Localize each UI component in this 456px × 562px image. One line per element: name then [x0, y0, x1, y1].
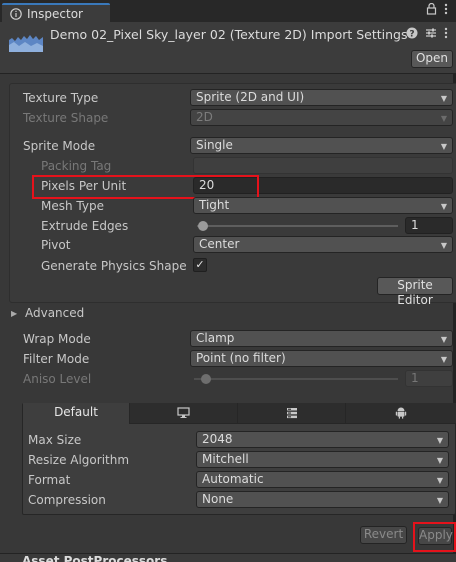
chevron-right-icon: ▶	[11, 309, 18, 318]
sprite-editor-button[interactable]: Sprite Editor	[377, 277, 453, 307]
mesh-type-dropdown[interactable]: Tight ▼	[193, 197, 453, 214]
generate-physics-shape-label: Generate Physics Shape	[41, 259, 187, 273]
filter-mode-label: Filter Mode	[23, 352, 90, 366]
sprite-mode-label: Sprite Mode	[23, 139, 96, 153]
tab-standalone[interactable]	[130, 403, 238, 424]
chevron-down-icon: ▼	[440, 355, 447, 364]
wrap-mode-value: Clamp	[196, 331, 235, 345]
generate-physics-shape-checkbox[interactable]: ✓	[193, 258, 207, 272]
mesh-type-label: Mesh Type	[41, 199, 104, 213]
chevron-down-icon: ▼	[440, 142, 447, 151]
wrap-mode-label: Wrap Mode	[23, 332, 91, 346]
extrude-edges-slider-track[interactable]	[197, 225, 398, 227]
texture-shape-dropdown: 2D ▼	[190, 109, 453, 126]
advanced-foldout[interactable]: ▶ Advanced	[11, 306, 84, 320]
pivot-dropdown[interactable]: Center ▼	[193, 236, 453, 253]
resize-algorithm-label: Resize Algorithm	[28, 453, 130, 467]
filter-mode-value: Point (no filter)	[196, 351, 286, 365]
tab-label: Inspector	[27, 7, 83, 21]
mesh-type-value: Tight	[199, 198, 230, 212]
highlight-box	[413, 522, 456, 552]
compression-label: Compression	[28, 493, 106, 507]
extrude-edges-label: Extrude Edges	[41, 219, 129, 233]
highlight-box	[32, 175, 259, 199]
asset-postprocessors-label: Asset PostProcessors	[22, 554, 168, 562]
max-size-value: 2048	[202, 432, 233, 446]
inspector-header: Demo 02_Pixel Sky_layer 02 (Texture 2D) …	[0, 22, 456, 74]
chevron-down-icon: ▼	[436, 456, 443, 465]
packing-tag-input	[193, 157, 453, 174]
chevron-down-icon: ▼	[436, 496, 443, 505]
aniso-level-label: Aniso Level	[23, 372, 92, 386]
extrude-edges-slider-handle[interactable]	[198, 221, 208, 231]
extrude-edges-input[interactable]: 1	[405, 217, 453, 234]
max-size-dropdown[interactable]: 2048 ▼	[196, 431, 449, 448]
format-value: Automatic	[202, 472, 264, 486]
webgl-icon	[286, 408, 298, 422]
pivot-label: Pivot	[41, 238, 71, 252]
android-icon	[395, 407, 407, 422]
texture-type-label: Texture Type	[23, 91, 99, 105]
chevron-down-icon: ▼	[440, 335, 447, 344]
packing-tag-label: Packing Tag	[41, 159, 112, 173]
info-icon	[10, 8, 22, 23]
wrap-mode-dropdown[interactable]: Clamp ▼	[190, 330, 453, 347]
tab-webgl[interactable]	[238, 403, 346, 424]
aniso-level-input: 1	[405, 370, 453, 387]
resize-algorithm-dropdown[interactable]: Mitchell ▼	[196, 451, 449, 468]
monitor-icon	[177, 407, 190, 422]
help-icon[interactable]: ?	[406, 27, 418, 42]
kebab-menu-icon[interactable]	[444, 3, 448, 18]
chevron-down-icon: ▼	[440, 94, 447, 103]
platform-tabs: Default	[23, 403, 456, 424]
texture-type-dropdown[interactable]: Sprite (2D and UI) ▼	[190, 89, 453, 106]
tab-android[interactable]	[346, 403, 456, 424]
svg-text:?: ?	[409, 30, 414, 40]
chevron-down-icon: ▼	[436, 476, 443, 485]
texture-thumbnail	[9, 30, 43, 52]
asset-title: Demo 02_Pixel Sky_layer 02 (Texture 2D) …	[50, 27, 408, 42]
max-size-label: Max Size	[28, 433, 82, 447]
aniso-level-slider-handle	[201, 374, 211, 384]
aniso-level-slider-track	[194, 378, 398, 380]
texture-shape-value: 2D	[196, 110, 213, 124]
chevron-down-icon: ▼	[440, 202, 447, 211]
advanced-label: Advanced	[24, 306, 85, 320]
chevron-down-icon: ▼	[436, 436, 443, 445]
chevron-down-icon: ▼	[440, 241, 447, 250]
filter-mode-dropdown[interactable]: Point (no filter) ▼	[190, 350, 453, 367]
kebab-menu-icon[interactable]	[444, 27, 448, 42]
tab-default[interactable]: Default	[23, 403, 130, 424]
chevron-down-icon: ▼	[440, 114, 447, 123]
lock-icon[interactable]	[426, 2, 437, 18]
resize-algorithm-value: Mitchell	[202, 452, 249, 466]
format-label: Format	[28, 473, 71, 487]
texture-shape-label: Texture Shape	[23, 111, 109, 125]
sprite-mode-value: Single	[196, 138, 233, 152]
format-dropdown[interactable]: Automatic ▼	[196, 471, 449, 488]
compression-dropdown[interactable]: None ▼	[196, 491, 449, 508]
texture-type-value: Sprite (2D and UI)	[196, 90, 305, 104]
compression-value: None	[202, 492, 234, 506]
tab-inspector[interactable]: Inspector	[2, 3, 110, 22]
sprite-mode-dropdown[interactable]: Single ▼	[190, 137, 453, 154]
open-button[interactable]: Open	[411, 50, 453, 68]
preset-icon[interactable]	[425, 27, 437, 42]
window-tab-bar: Inspector	[0, 0, 456, 22]
asset-postprocessors-header[interactable]: Asset PostProcessors	[0, 553, 456, 562]
revert-button[interactable]: Revert	[360, 526, 407, 544]
pivot-value: Center	[199, 237, 240, 251]
